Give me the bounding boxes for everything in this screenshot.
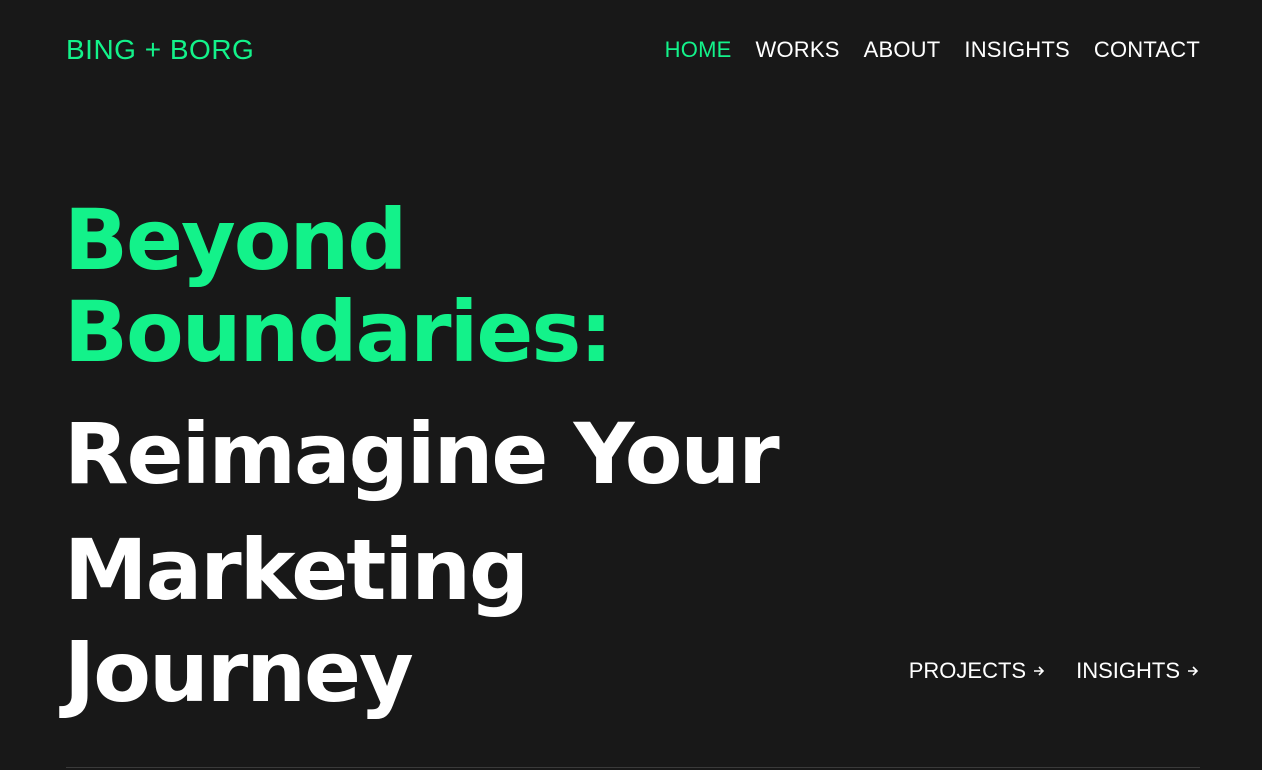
projects-link-label: PROJECTS (908, 658, 1027, 683)
nav-item-works[interactable]: WORKS (755, 35, 839, 65)
quick-links: PROJECTS INSIGHTS (909, 656, 1200, 686)
arrow-right-icon (1188, 666, 1199, 676)
nav-item-insights[interactable]: INSIGHTS (964, 35, 1070, 65)
arrow-right-icon (1034, 666, 1045, 676)
hero-line-marketing: Marketing (64, 521, 529, 619)
projects-link[interactable]: PROJECTS (909, 656, 1046, 686)
hero-line-journey: Journey (64, 623, 414, 721)
hero-line-reimagine: Reimagine Your (64, 405, 780, 503)
nav-item-contact[interactable]: CONTACT (1094, 35, 1200, 65)
insights-link[interactable]: INSIGHTS (1076, 656, 1200, 686)
main-nav: HOME WORKS ABOUT INSIGHTS CONTACT (665, 35, 1200, 65)
hero-line-boundaries: Boundaries: (64, 283, 613, 381)
brand-logo[interactable]: BING + BORG (66, 33, 254, 67)
hero-line-beyond: Beyond (64, 191, 407, 289)
hero-headline: Beyond Boundaries: Reimagine Your Market… (64, 191, 780, 721)
nav-item-about[interactable]: ABOUT (864, 35, 941, 65)
nav-item-home[interactable]: HOME (665, 35, 732, 65)
section-divider (66, 767, 1200, 768)
insights-link-label: INSIGHTS (1076, 658, 1180, 683)
